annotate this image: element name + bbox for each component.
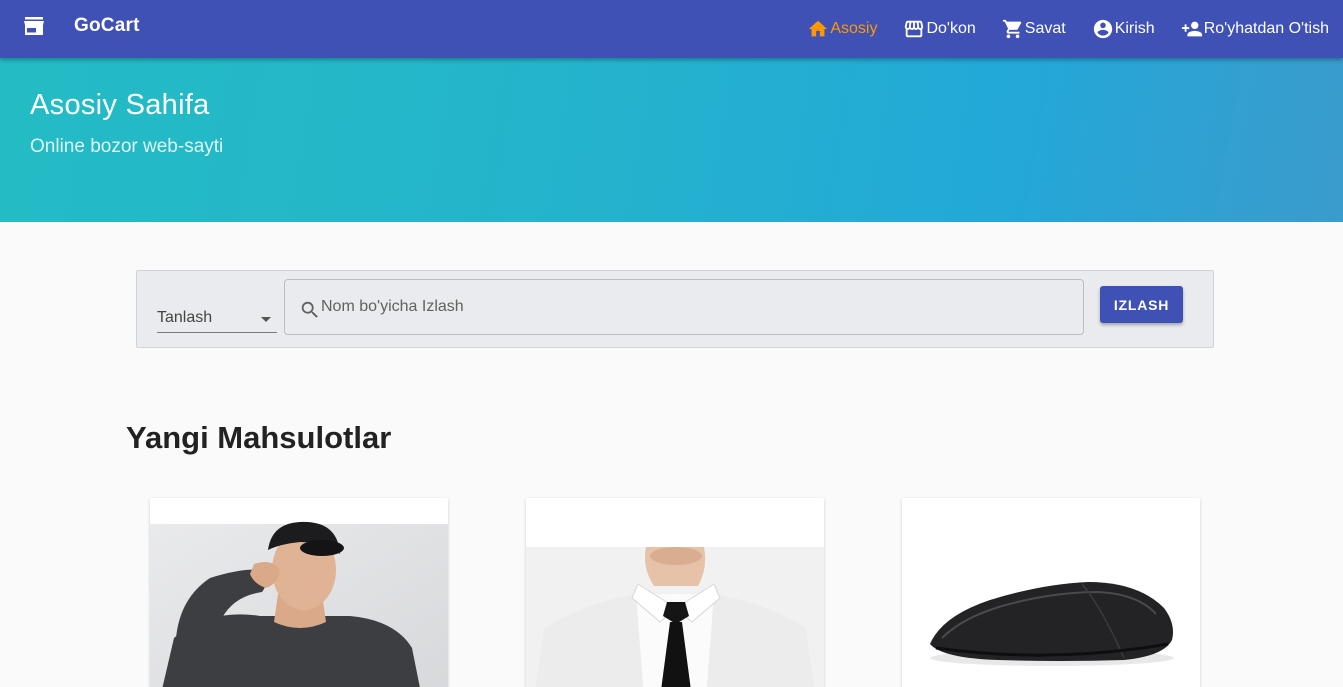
nav-item-home[interactable]: Asosiy [807,18,877,40]
nav-item-shop[interactable]: Do'kon [903,18,976,40]
white-shirt-black-tie-photo [526,498,824,687]
page-subtitle: Online bozor web-sayti [30,136,224,157]
nav-item-label: Do'kon [926,20,976,37]
page-title: Asosiy Sahifa [30,89,210,121]
nav-item-register[interactable]: Ro'yhatdan O'tish [1181,18,1329,40]
nav-item-label: Ro'yhatdan O'tish [1203,20,1329,37]
brand-name[interactable]: GoCart [74,15,140,37]
category-select[interactable]: Tanlash [157,297,277,333]
store-icon[interactable] [24,17,44,35]
black-wireless-mouse-photo [902,498,1200,687]
account-circle-icon [1093,19,1112,39]
nav-item-cart[interactable]: Savat [1002,18,1066,40]
nav-item-label: Asosiy [830,20,878,37]
nav-item-label: Savat [1024,20,1066,37]
man-in-cap-photo [150,498,448,687]
search-field[interactable] [284,279,1084,335]
search-icon [301,301,318,318]
top-app-bar: GoCart Asosiy Do'kon Savat Kirish Ro'yha… [0,0,1343,58]
product-card[interactable] [150,498,448,687]
nav-item-label: Kirish [1114,20,1155,37]
cart-icon [1002,19,1022,39]
nav-item-login[interactable]: Kirish [1092,18,1155,40]
product-card[interactable] [902,498,1200,687]
hero-banner: Asosiy Sahifa Online bozor web-sayti [0,58,1343,222]
search-panel: Tanlash IZLASH [136,270,1214,348]
product-card[interactable] [526,498,824,687]
person-add-icon [1181,21,1202,37]
search-button[interactable]: IZLASH [1100,286,1183,323]
home-icon [809,20,828,37]
category-select-value: Tanlash [157,309,213,326]
chevron-down-icon [261,317,271,322]
section-title: Yangi Mahsulotlar [126,420,392,455]
search-input[interactable] [321,290,1061,324]
storefront-icon [905,20,924,38]
main-nav: Asosiy Do'kon Savat Kirish Ro'yhatdan O'… [781,0,1329,58]
